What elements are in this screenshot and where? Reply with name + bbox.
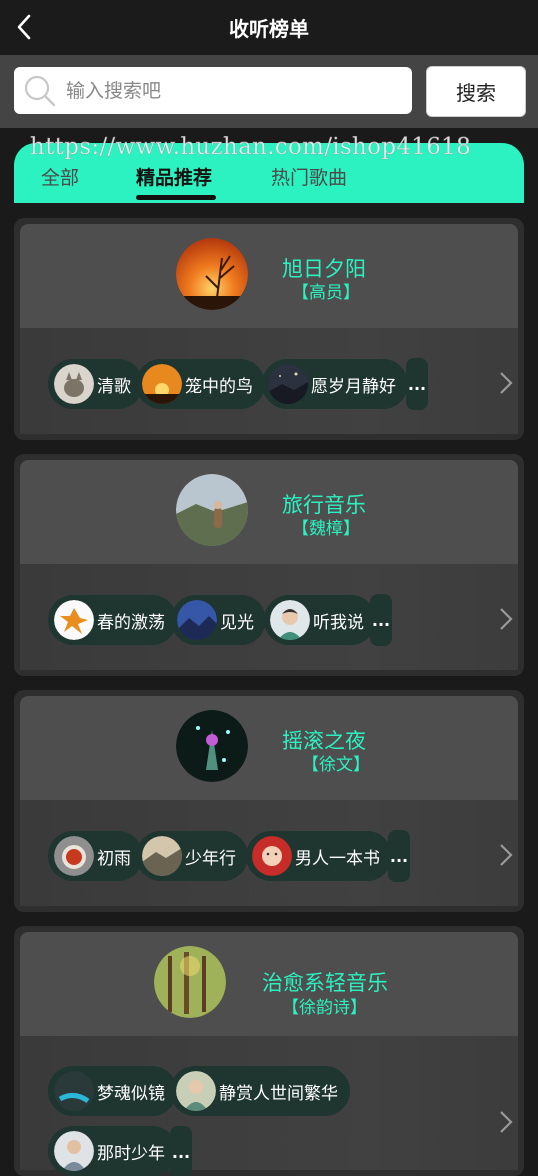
song-row: 清歌 笼中的鸟 愿岁月静好 ... (20, 328, 518, 434)
waterfall-thumb-icon (54, 1071, 94, 1111)
song-title: 那时少年 (97, 1143, 165, 1164)
chevron-right-icon[interactable] (498, 1109, 514, 1135)
tab-all[interactable]: 全部 (41, 163, 79, 190)
cat-thumb-icon (54, 364, 94, 404)
portrait-thumb-icon (270, 600, 310, 640)
active-tab-indicator (136, 195, 216, 200)
song-title: 见光 (220, 612, 254, 633)
mountain-thumb-icon (177, 600, 217, 640)
more-songs-button[interactable]: ... (406, 358, 428, 410)
playlist-author: 【魏樟】 (292, 519, 360, 539)
search-button[interactable]: 搜索 (426, 66, 526, 117)
playlist-card[interactable]: 旅行音乐 【魏樟】 春的激荡 见光 听我说 ... (14, 454, 524, 676)
song-title: 男人一本书 (295, 848, 380, 869)
chevron-right-icon[interactable] (498, 606, 514, 632)
song-chip[interactable]: 男人一本书 (246, 831, 392, 881)
night-sky-thumb-icon (268, 364, 308, 404)
song-chip[interactable]: 梦魂似镜 (48, 1066, 177, 1116)
playlist-author: 【徐文】 (302, 755, 370, 775)
song-title: 静赏人世间繁华 (219, 1083, 338, 1104)
song-chip[interactable]: 清歌 (48, 359, 143, 409)
search-bar: 搜索 (0, 55, 538, 128)
song-chip[interactable]: 见光 (171, 595, 266, 645)
song-row: 初雨 少年行 男人一本书 ... (20, 800, 518, 906)
more-songs-button[interactable]: ... (370, 594, 392, 646)
back-arrow-icon[interactable] (14, 12, 36, 42)
song-title: 少年行 (185, 848, 236, 869)
search-field[interactable] (14, 67, 412, 114)
song-chip[interactable]: 少年行 (136, 831, 248, 881)
page-title: 收听榜单 (229, 17, 309, 41)
food-thumb-icon (54, 836, 94, 876)
playlist-header: 旅行音乐 【魏樟】 (20, 460, 518, 564)
girl-thumb-icon (176, 1071, 216, 1111)
top-bar: 收听榜单 (0, 0, 538, 55)
song-chip[interactable]: 那时少年 (48, 1126, 177, 1176)
sunset-thumb-icon (142, 364, 182, 404)
tab-hot-songs[interactable]: 热门歌曲 (271, 163, 347, 190)
playlist-card[interactable]: 治愈系轻音乐 【徐韵诗】 梦魂似镜 静赏人世间繁华 那时少年 ... (14, 926, 524, 1176)
chevron-right-icon[interactable] (498, 370, 514, 396)
playlist-card[interactable]: 摇滚之夜 【徐文】 初雨 少年行 男人一本书 ... (14, 690, 524, 912)
sunset-grass-cover-icon (176, 238, 248, 310)
more-songs-button[interactable]: ... (170, 1126, 192, 1176)
playlist-card[interactable]: 旭日夕阳 【高员】 清歌 笼中的鸟 愿岁月静好 ... (14, 218, 524, 440)
song-title: 春的激荡 (97, 612, 165, 633)
forest-cover-icon (154, 946, 226, 1018)
dancer-thumb-icon (54, 600, 94, 640)
boy-thumb-icon (54, 1131, 94, 1171)
playlist-author: 【高员】 (292, 283, 360, 303)
landscape-thumb-icon (142, 836, 182, 876)
search-input[interactable] (64, 78, 388, 103)
search-icon (24, 75, 56, 106)
hikers-cover-icon (176, 474, 248, 546)
more-songs-button[interactable]: ... (388, 830, 410, 882)
song-title: 梦魂似镜 (97, 1083, 165, 1104)
song-title: 笼中的鸟 (185, 376, 253, 397)
playlist-header: 治愈系轻音乐 【徐韵诗】 (20, 932, 518, 1036)
tab-bar: 全部 精品推荐 热门歌曲 (14, 143, 524, 203)
song-row: 梦魂似镜 静赏人世间繁华 那时少年 ... (20, 1036, 518, 1176)
song-title: 听我说 (313, 612, 364, 633)
song-chip[interactable]: 笼中的鸟 (136, 359, 265, 409)
song-chip[interactable]: 春的激荡 (48, 595, 177, 645)
baby-thumb-icon (252, 836, 292, 876)
playlist-header: 摇滚之夜 【徐文】 (20, 696, 518, 800)
song-row: 春的激荡 见光 听我说 ... (20, 564, 518, 670)
song-chip[interactable]: 愿岁月静好 (262, 359, 408, 409)
song-chip[interactable]: 听我说 (264, 595, 376, 645)
chevron-right-icon[interactable] (498, 842, 514, 868)
song-chip[interactable]: 静赏人世间繁华 (170, 1066, 350, 1116)
tab-featured[interactable]: 精品推荐 (136, 163, 212, 190)
song-title: 愿岁月静好 (311, 376, 396, 397)
concert-cover-icon (176, 710, 248, 782)
playlist-header: 旭日夕阳 【高员】 (20, 224, 518, 328)
playlist-author: 【徐韵诗】 (282, 998, 367, 1018)
song-chip[interactable]: 初雨 (48, 831, 143, 881)
